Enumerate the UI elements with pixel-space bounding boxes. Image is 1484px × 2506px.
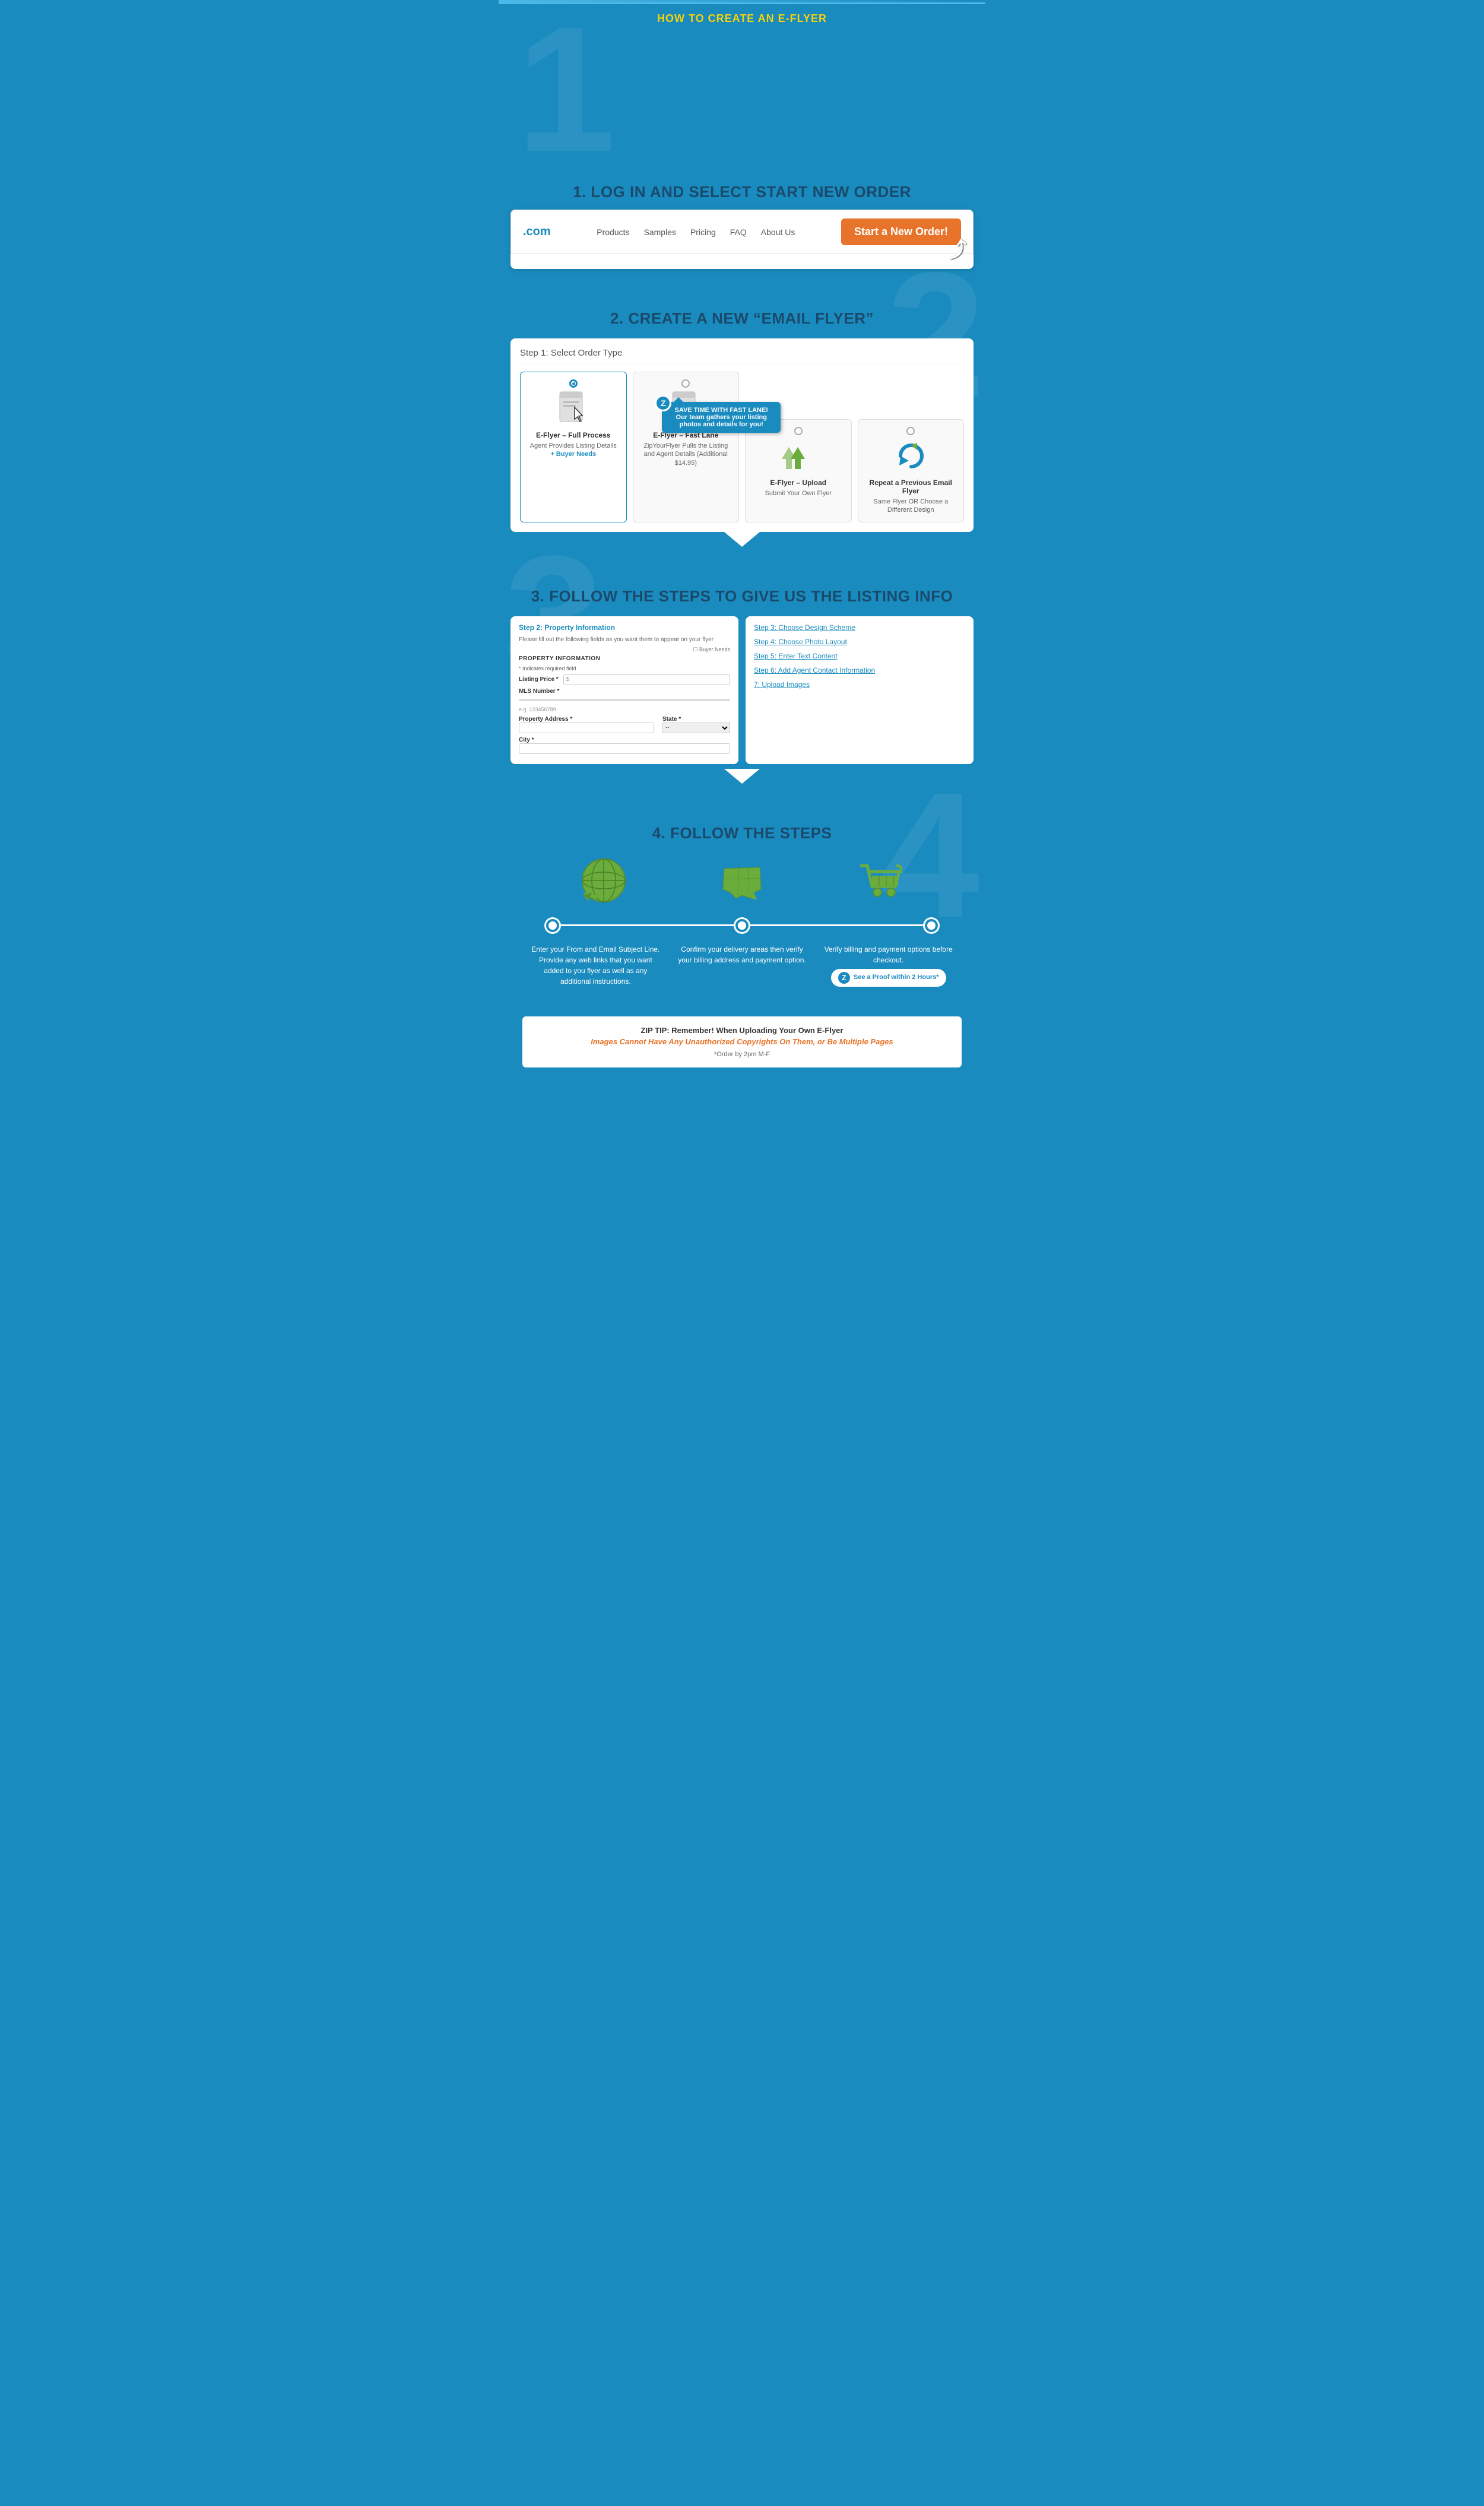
step3-content: Step 2: Property Information Please fill… — [510, 616, 974, 764]
city-label: City * — [519, 737, 534, 743]
timeline-row — [510, 919, 974, 932]
option-full-process-label: E-Flyer – Full Process — [525, 431, 621, 439]
zip-tip-section: ZIP TIP: Remember! When Uploading Your O… — [499, 1005, 985, 1073]
radio-upload — [794, 427, 803, 435]
step4-desc-2: Confirm your delivery areas then verify … — [669, 944, 816, 987]
step-list-4[interactable]: Step 4: Choose Photo Layout — [754, 638, 965, 646]
option-repeat-desc: Same Flyer OR Choose a Different Design — [863, 498, 959, 515]
option-fast-lane[interactable]: E-Flyer – Fast Lane ZipYourFlyer Pulls t… — [633, 372, 740, 522]
step1-section: 1 1. LOG IN AND SELECT START NEW ORDER .… — [499, 30, 985, 281]
step3-arrow — [724, 769, 760, 784]
mls-example: e.g. 123456789 — [519, 707, 556, 712]
nav-pricing[interactable]: Pricing — [690, 227, 716, 237]
city-input[interactable] — [519, 743, 730, 754]
zip-tip-italic: Images Cannot Have Any Unauthorized Copy… — [546, 1037, 938, 1046]
navbar-logo: .com — [523, 225, 551, 239]
upload-icon — [750, 438, 846, 474]
globe-icon — [580, 857, 627, 904]
option-full-process[interactable]: E-Flyer – Full Process Agent Provides Li… — [520, 372, 627, 522]
step-list-3[interactable]: Step 3: Choose Design Scheme — [754, 623, 965, 632]
navbar-arrow — [724, 254, 760, 269]
timeline-line-2 — [749, 924, 925, 926]
option-upload[interactable]: E-Flyer – Upload Submit Your Own Flyer — [745, 419, 852, 522]
globe-icon-item — [534, 857, 673, 907]
step4-section: 4 4. FOLLOW THE STEPS — [499, 796, 985, 1005]
step3-heading: 3. FOLLOW THE STEPS TO GIVE US THE LISTI… — [510, 576, 974, 614]
option-repeat[interactable]: Repeat a Previous Email Flyer Same Flyer… — [858, 419, 965, 522]
buyer-needs-checkbox[interactable]: ☐ Buyer Needs — [693, 647, 730, 653]
zip-badge: Z — [655, 395, 671, 411]
step-list-7[interactable]: 7: Upload Images — [754, 680, 965, 689]
nav-products[interactable]: Products — [597, 227, 629, 237]
page-title-bar: HOW TO CREATE AN E-FLYER — [499, 2, 985, 30]
zip-tip-box: ZIP TIP: Remember! When Uploading Your O… — [522, 1016, 962, 1067]
zip-tip-small: *Order by 2pm M-F — [546, 1051, 938, 1058]
step4-desc-1: Enter your From and Email Subject Line. … — [522, 944, 669, 987]
step4-heading: 4. FOLLOW THE STEPS — [510, 813, 974, 851]
cart-icon — [857, 857, 904, 904]
address-label: Property Address * — [519, 716, 572, 723]
watermark-1: 1 — [516, 18, 979, 160]
page-title: HOW TO CREATE AN E-FLYER — [499, 12, 985, 25]
timeline-line-1 — [559, 924, 735, 926]
cart-icon-item — [811, 857, 950, 907]
step1-heading: 1. LOG IN AND SELECT START NEW ORDER — [510, 172, 974, 210]
form-title: Step 2: Property Information — [519, 623, 730, 632]
step2-heading: 2. CREATE A NEW “EMAIL FLYER” — [510, 299, 974, 336]
step4-desc-row: Enter your From and Email Subject Line. … — [510, 938, 974, 987]
fast-lane-tooltip: Z SAVE TIME WITH FAST LANE! Our team gat… — [662, 402, 781, 433]
listing-price-input[interactable]: $ — [563, 674, 730, 685]
state-select[interactable]: -- — [662, 723, 730, 733]
state-label: State * — [662, 716, 681, 723]
order-type-title: Step 1: Select Order Type — [520, 348, 964, 363]
map-icon-item — [673, 857, 811, 907]
navbar-mockup: .com Products Samples Pricing FAQ About … — [510, 210, 974, 269]
navbar-links: Products Samples Pricing FAQ About Us — [597, 227, 795, 237]
nav-faq[interactable]: FAQ — [730, 227, 747, 237]
cursor-icon: ⤴ — [946, 233, 969, 264]
listing-price-label: Listing Price * — [519, 676, 559, 683]
nav-about-us[interactable]: About Us — [761, 227, 795, 237]
radio-repeat — [906, 427, 915, 435]
option-full-process-desc: Agent Provides Listing Details + Buyer N… — [525, 442, 621, 459]
mls-label: MLS Number * — [519, 688, 559, 695]
mls-input[interactable] — [519, 699, 730, 701]
step-list-5[interactable]: Step 5: Enter Text Content — [754, 652, 965, 660]
option-repeat-label: Repeat a Previous Email Flyer — [863, 479, 959, 495]
map-icon — [718, 857, 766, 904]
order-options: E-Flyer – Full Process Agent Provides Li… — [520, 372, 964, 522]
required-note: * Indicates required field — [519, 666, 576, 671]
property-info-section-label: PROPERTY INFORMATION — [519, 655, 730, 662]
repeat-icon — [863, 438, 959, 474]
option-upload-label: E-Flyer – Upload — [750, 479, 846, 487]
full-process-icon — [525, 391, 621, 426]
option-upload-desc: Submit Your Own Flyer — [750, 489, 846, 498]
option-fast-lane-desc: ZipYourFlyer Pulls the Listing and Agent… — [638, 442, 734, 467]
radio-full-process — [569, 379, 578, 388]
timeline-dot-1 — [546, 919, 559, 932]
step2-arrow — [724, 532, 760, 547]
radio-fast-lane — [681, 379, 690, 388]
order-type-box: Step 1: Select Order Type — [510, 338, 974, 532]
step-list-6[interactable]: Step 6: Add Agent Contact Information — [754, 666, 965, 674]
step2-section: 2 2. CREATE A NEW “EMAIL FLYER” Step 1: … — [499, 281, 985, 559]
step4-desc-3: Verify billing and payment options befor… — [815, 944, 962, 987]
proof-badge: Z See a Proof within 2 Hours* — [831, 969, 946, 987]
zip-tip-bold: ZIP TIP: Remember! When Uploading Your O… — [546, 1026, 938, 1035]
timeline-dot-2 — [735, 919, 749, 932]
timeline-dot-3 — [925, 919, 938, 932]
nav-samples[interactable]: Samples — [644, 227, 676, 237]
address-input[interactable] — [519, 723, 654, 733]
proof-z-icon: Z — [838, 972, 850, 984]
step4-icons-row — [510, 851, 974, 913]
step3-section: 3 3. FOLLOW THE STEPS TO GIVE US THE LIS… — [499, 559, 985, 796]
start-new-order-button[interactable]: Start a New Order! ⤴ — [841, 218, 961, 245]
steps-list: Step 3: Choose Design Scheme Step 4: Cho… — [746, 616, 974, 764]
form-subtitle: Please fill out the following fields as … — [519, 636, 730, 643]
property-form-mockup: Step 2: Property Information Please fill… — [510, 616, 738, 764]
